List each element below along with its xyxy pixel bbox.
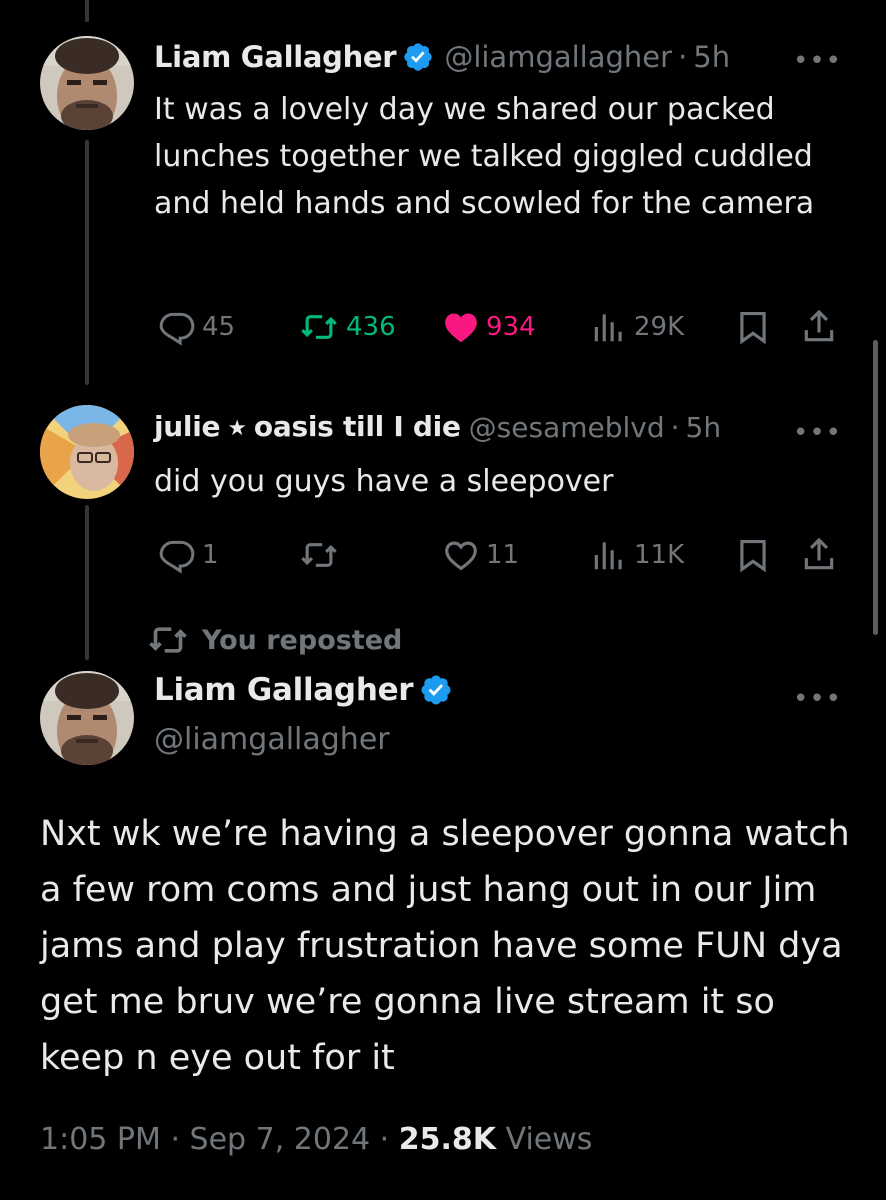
timestamp[interactable]: 5h <box>686 411 722 444</box>
share-icon <box>804 537 834 570</box>
heart-icon <box>445 313 477 343</box>
more-options-icon[interactable]: ••• <box>793 418 842 448</box>
thread-line <box>85 140 89 385</box>
more-options-icon[interactable]: ••• <box>793 684 842 714</box>
reply-button[interactable]: 45 <box>158 308 235 346</box>
tweet1-header: Liam Gallagher @liamgallagher · 5h <box>154 40 840 74</box>
author-name[interactable]: Liam Gallagher <box>154 672 414 708</box>
tweet-text: did you guys have a sleepover <box>154 464 614 499</box>
separator: · <box>670 410 680 444</box>
bookmark-button[interactable] <box>734 536 778 574</box>
reply-button[interactable]: 1 <box>158 536 219 574</box>
views-button[interactable]: 29K <box>590 308 684 346</box>
repost-icon <box>301 543 337 567</box>
views-icon <box>594 314 622 342</box>
views-icon <box>594 542 622 570</box>
repost-button[interactable]: 436 <box>298 308 396 346</box>
repost-notice: You reposted <box>148 620 402 660</box>
timestamp[interactable]: 5h <box>693 40 730 74</box>
main-tweet-text: Nxt wk we’re having a sleepover gonna wa… <box>40 814 850 1078</box>
post-date[interactable]: Sep 7, 2024 <box>190 1122 371 1157</box>
verified-badge-icon <box>404 43 432 71</box>
repost-notice-text: You reposted <box>202 624 403 656</box>
tweet-text: It was a lovely day we shared our packed… <box>154 92 815 221</box>
like-count: 934 <box>486 312 536 342</box>
repost-icon <box>149 627 187 653</box>
bookmark-button[interactable] <box>734 308 778 346</box>
author-handle[interactable]: @sesameblvd <box>469 411 665 444</box>
share-button[interactable] <box>800 536 844 574</box>
tweet2-header: julie ⭑ oasis till I die @sesameblvd · 5… <box>154 410 840 444</box>
views-label: Views <box>505 1122 593 1157</box>
separator: · <box>170 1122 180 1157</box>
heart-icon <box>445 541 477 571</box>
thread-line <box>85 505 89 660</box>
main-tweet-header: Liam Gallagher <box>154 672 453 708</box>
avatar-liam[interactable] <box>40 36 134 130</box>
share-icon <box>804 309 834 342</box>
tweet-metadata: 1:05 PM · Sep 7, 2024 · 25.8K Views <box>40 1122 592 1157</box>
author-handle[interactable]: @liamgallagher <box>444 40 672 74</box>
avatar-liam[interactable] <box>40 671 134 765</box>
like-button[interactable]: 934 <box>442 308 536 346</box>
views-count: 25.8K <box>398 1122 497 1157</box>
views-button[interactable]: 11K <box>590 536 684 574</box>
bookmark-icon <box>740 311 766 345</box>
share-button[interactable] <box>800 308 844 346</box>
like-count: 11 <box>486 540 520 570</box>
views-count: 29K <box>634 312 685 342</box>
post-time[interactable]: 1:05 PM <box>40 1122 161 1157</box>
tweet1-actions: 45 436 934 29K <box>154 308 844 352</box>
avatar-julie[interactable] <box>40 405 134 499</box>
repost-icon <box>301 315 337 339</box>
author-name[interactable]: Liam Gallagher <box>154 40 397 74</box>
bookmark-icon <box>740 539 766 573</box>
verified-badge-icon <box>421 675 451 705</box>
reply-icon <box>159 312 195 346</box>
thread-line-top <box>85 0 89 22</box>
reply-icon <box>159 540 195 574</box>
tweet2-actions: 1 11 11K <box>154 536 844 580</box>
views-count: 11K <box>634 540 685 570</box>
repost-button[interactable] <box>298 536 346 574</box>
reply-count: 45 <box>202 312 236 342</box>
more-options-icon[interactable]: ••• <box>793 46 842 76</box>
like-button[interactable]: 11 <box>442 536 519 574</box>
separator: · <box>678 40 688 74</box>
repost-count: 436 <box>346 312 396 342</box>
author-name[interactable]: julie ⭑ oasis till I die <box>154 410 461 444</box>
separator: · <box>379 1122 390 1157</box>
author-handle[interactable]: @liamgallagher <box>154 722 390 757</box>
scrollbar[interactable] <box>873 340 878 635</box>
reply-count: 1 <box>202 540 219 570</box>
